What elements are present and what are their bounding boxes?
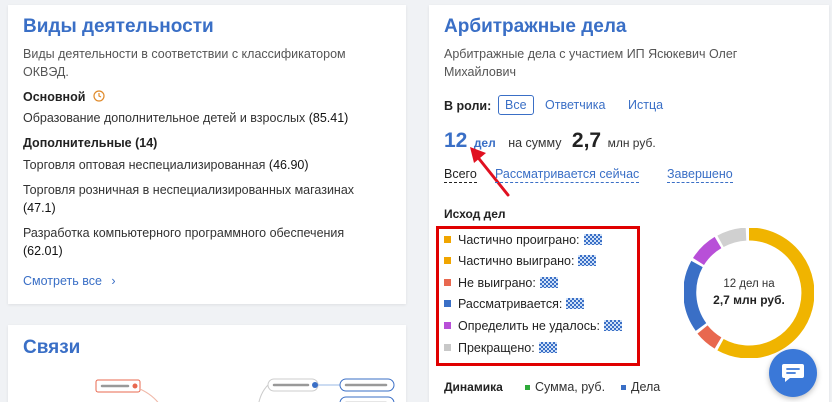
hatch-icon bbox=[566, 298, 585, 309]
list-item: Торговля розничная в неспециализированны… bbox=[23, 183, 355, 215]
role-filter-defendant[interactable]: Ответчика bbox=[545, 98, 605, 112]
dynamics-label: Динамика bbox=[444, 380, 503, 394]
main-activity-label: Основной bbox=[23, 90, 105, 104]
dynamics-legend-sum: Сумма, руб. bbox=[525, 378, 605, 396]
hatch-icon bbox=[583, 234, 602, 245]
clock-icon bbox=[93, 90, 105, 102]
legend-item: Определить не удалось: bbox=[444, 319, 622, 333]
main-activity-item: Образование дополнительное детей и взрос… bbox=[23, 111, 349, 125]
legend-item: Прекращено: bbox=[444, 341, 557, 355]
legend-swatch bbox=[444, 257, 451, 264]
legend-item: Частично выиграно: bbox=[444, 254, 597, 268]
sum-unit: млн руб. bbox=[607, 136, 656, 150]
hatch-icon bbox=[538, 342, 557, 353]
legend-swatch bbox=[444, 344, 451, 351]
arbitration-description-1: Арбитражные дела с участием ИП Ясюкевич … bbox=[444, 47, 738, 61]
sum-value: 2,7 bbox=[571, 129, 602, 152]
sum-label: на сумму bbox=[508, 136, 562, 150]
legend-item: Частично проиграно: bbox=[444, 233, 602, 247]
donut-segment bbox=[684, 260, 707, 331]
status-tab-in-progress[interactable]: Рассматривается сейчас bbox=[495, 167, 640, 183]
legend-item: Рассматривается: bbox=[444, 297, 585, 311]
activities-title: Виды деятельности bbox=[23, 16, 214, 37]
additional-activities-label: Дополнительные (14) bbox=[23, 136, 158, 150]
legend-swatch bbox=[444, 300, 451, 307]
legend-swatch bbox=[444, 322, 451, 329]
legend-swatch bbox=[621, 385, 626, 390]
legend-swatch bbox=[444, 236, 451, 243]
donut-segment bbox=[717, 228, 747, 248]
donut-segment bbox=[697, 325, 722, 349]
role-filter-all[interactable]: Все bbox=[498, 95, 534, 115]
chevron-right-icon: › bbox=[111, 274, 116, 288]
links-card: Связи bbox=[8, 325, 406, 402]
outcome-title: Исход дел bbox=[444, 207, 506, 221]
cases-count[interactable]: 12 bbox=[444, 129, 467, 152]
arbitration-description-2: Михайлович bbox=[444, 65, 516, 79]
activities-description: Виды деятельности в соответствии с класс… bbox=[23, 47, 346, 79]
see-all-link[interactable]: Смотреть все › bbox=[23, 274, 116, 288]
donut-segment bbox=[693, 236, 722, 266]
legend-swatch bbox=[525, 385, 530, 390]
legend-item: Не выиграно: bbox=[444, 276, 558, 290]
list-item: Торговля оптовая неспециализированная (4… bbox=[23, 158, 309, 172]
chat-icon bbox=[782, 364, 804, 382]
legend-swatch bbox=[444, 279, 451, 286]
dynamics-legend-cases: Дела bbox=[621, 378, 660, 396]
donut-center-line2: 2,7 млн руб. bbox=[713, 293, 785, 307]
status-tab-total[interactable]: Всего bbox=[444, 167, 477, 183]
activities-card: Виды деятельности Виды деятельности в со… bbox=[8, 5, 406, 304]
hatch-icon bbox=[603, 320, 622, 331]
role-filter-plaintiff[interactable]: Истца bbox=[628, 98, 663, 112]
hatch-icon bbox=[578, 255, 597, 266]
hatch-icon bbox=[539, 277, 558, 288]
status-tab-finished[interactable]: Завершено bbox=[667, 167, 733, 183]
links-graph bbox=[95, 378, 395, 402]
chat-button[interactable] bbox=[769, 349, 817, 397]
role-label: В роли: bbox=[444, 99, 492, 113]
arbitration-title: Арбитражные дела bbox=[444, 16, 627, 37]
list-item: Разработка компьютерного программного об… bbox=[23, 226, 345, 258]
donut-center-line1: 12 дел на bbox=[723, 278, 775, 290]
